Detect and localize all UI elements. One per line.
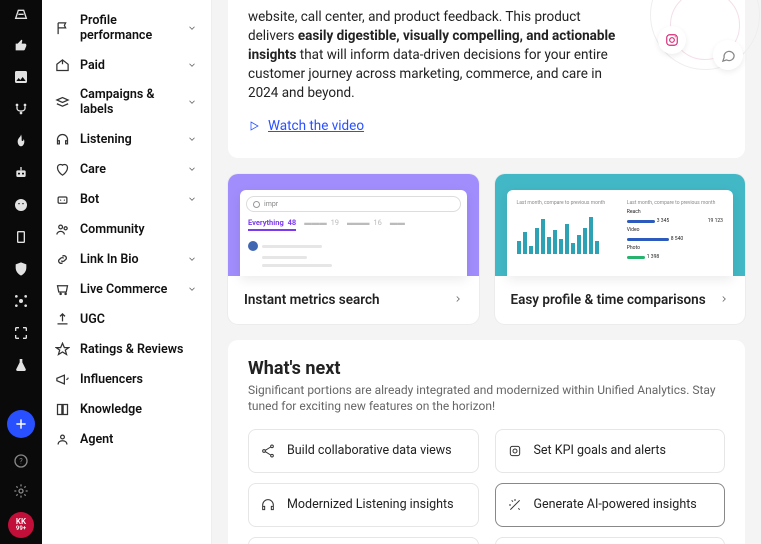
target-icon <box>506 442 524 460</box>
whats-next-block: What's next Significant portions are alr… <box>228 340 745 544</box>
rail-icon-robot[interactable] <box>12 164 30 182</box>
hero-decoration <box>640 0 745 90</box>
chevron-down-icon <box>185 282 199 296</box>
wn-card-collab: Build collaborative data views <box>248 429 479 473</box>
card-title: Instant metrics search <box>244 292 380 308</box>
chevron-down-icon <box>185 162 199 176</box>
chevron-down-icon <box>185 58 199 72</box>
nav-item-livecommerce[interactable]: Live Commerce <box>54 274 199 304</box>
wn-card-listening: Modernized Listening insights <box>248 483 479 527</box>
nav-item-knowledge[interactable]: Knowledge <box>54 394 199 424</box>
robot-icon <box>54 191 70 207</box>
upload-icon <box>54 311 70 327</box>
megaphone-icon <box>54 371 70 387</box>
star-icon <box>54 341 70 357</box>
rail-icon-settings[interactable] <box>12 482 30 500</box>
card-title: Easy profile & time comparisons <box>511 292 706 308</box>
instagram-icon <box>658 26 686 54</box>
nav-item-ratings[interactable]: Ratings & Reviews <box>54 334 199 364</box>
card-instant-metrics[interactable]: impr Everything 48 ▬▬▬ 19 ▬▬▬ 16 ▬▬ <box>228 174 479 324</box>
sparkle-icon <box>506 496 524 514</box>
share-icon <box>259 442 277 460</box>
side-nav: Profile performance Paid Campaigns & lab… <box>42 0 212 544</box>
intro-text: website, call center, and product feedba… <box>248 8 618 102</box>
chevron-right-icon <box>453 293 463 308</box>
card-thumb-purple: impr Everything 48 ▬▬▬ 19 ▬▬▬ 16 ▬▬ <box>228 174 479 276</box>
card-thumb-teal: Last month, compare to previous month La… <box>495 174 746 276</box>
nav-item-linkinbio[interactable]: Link In Bio <box>54 244 199 274</box>
rail-icon-device[interactable] <box>12 228 30 246</box>
layers-icon <box>54 94 70 110</box>
rail-icon-face[interactable] <box>12 196 30 214</box>
rail-icon-fire[interactable] <box>12 132 30 150</box>
rail-icon-help[interactable]: ? <box>12 452 30 470</box>
rail-icon-image[interactable] <box>12 68 30 86</box>
nav-item-influencers[interactable]: Influencers <box>54 364 199 394</box>
rail-fab-add[interactable] <box>7 410 35 438</box>
nav-item-bot[interactable]: Bot <box>54 184 199 214</box>
play-icon <box>248 120 260 132</box>
icon-rail: ? KK 99+ <box>0 0 42 544</box>
rail-icon-flask[interactable] <box>12 356 30 374</box>
headphones-icon <box>54 131 70 147</box>
rail-avatar[interactable]: KK 99+ <box>8 512 34 538</box>
rail-icon-thumb[interactable] <box>12 36 30 54</box>
tag-icon <box>54 57 70 73</box>
cart-icon <box>54 281 70 297</box>
rail-icon-scan[interactable] <box>12 324 30 342</box>
wn-card-ads: Enhanced Ads reporting <box>248 537 479 544</box>
whats-next-heading: What's next <box>248 358 725 379</box>
wn-card-widgets: New widgets and visualisations <box>495 537 726 544</box>
svg-text:?: ? <box>19 457 23 466</box>
nav-item-care[interactable]: Care <box>54 154 199 184</box>
flag-icon <box>54 20 70 36</box>
nav-item-campaigns[interactable]: Campaigns & labels <box>54 80 199 124</box>
heart-icon <box>54 161 70 177</box>
avatar-badge: 99+ <box>16 526 26 532</box>
nav-item-community[interactable]: Community <box>54 214 199 244</box>
chevron-down-icon <box>185 252 199 266</box>
nav-item-ugc[interactable]: UGC <box>54 304 199 334</box>
chevron-right-icon <box>719 293 729 308</box>
rail-icon-shield[interactable] <box>12 260 30 278</box>
chevron-down-icon <box>185 95 199 109</box>
headphones-icon <box>259 496 277 514</box>
intro-block: website, call center, and product feedba… <box>228 0 745 158</box>
agent-icon <box>54 431 70 447</box>
chevron-down-icon <box>185 21 199 35</box>
rail-icon-branch[interactable] <box>12 100 30 118</box>
book-icon <box>54 401 70 417</box>
card-easy-comparisons[interactable]: Last month, compare to previous month La… <box>495 174 746 324</box>
watch-video-link[interactable]: Watch the video <box>248 118 364 134</box>
wn-card-kpi: Set KPI goals and alerts <box>495 429 726 473</box>
nav-item-paid[interactable]: Paid <box>54 50 199 80</box>
whats-next-sub: Significant portions are already integra… <box>248 383 725 414</box>
nav-item-agent[interactable]: Agent <box>54 424 199 454</box>
comment-icon <box>713 40 743 70</box>
wn-card-ai: Generate AI-powered insights <box>495 483 726 527</box>
rail-icon-home[interactable] <box>12 4 30 22</box>
chevron-down-icon <box>185 132 199 146</box>
users-icon <box>54 221 70 237</box>
link-icon <box>54 251 70 267</box>
chevron-down-icon <box>185 192 199 206</box>
nav-item-profile-performance[interactable]: Profile performance <box>54 6 199 50</box>
rail-icon-network[interactable] <box>12 292 30 310</box>
nav-item-listening[interactable]: Listening <box>54 124 199 154</box>
main-content: website, call center, and product feedba… <box>212 0 761 544</box>
